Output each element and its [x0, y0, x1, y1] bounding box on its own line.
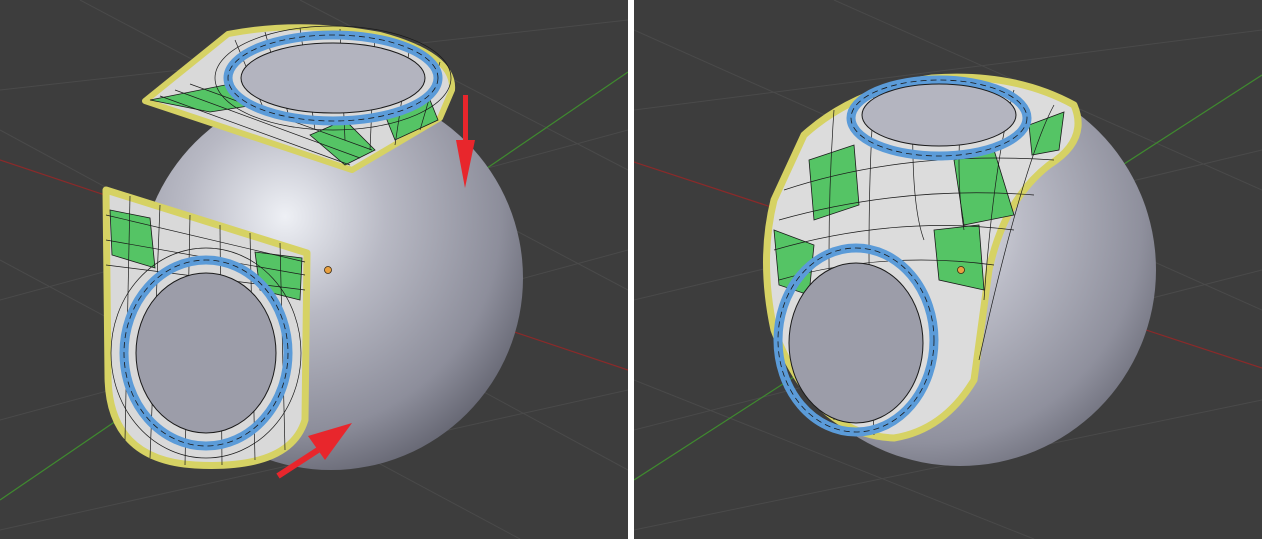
- origin-dot[interactable]: [957, 266, 965, 274]
- viewport-before-canvas: [0, 0, 628, 539]
- viewport-before[interactable]: [0, 0, 628, 539]
- origin-dot[interactable]: [324, 266, 332, 274]
- split-viewport-screenshot: [0, 0, 1262, 539]
- viewport-after-canvas: [634, 0, 1262, 539]
- viewport-after[interactable]: [634, 0, 1262, 539]
